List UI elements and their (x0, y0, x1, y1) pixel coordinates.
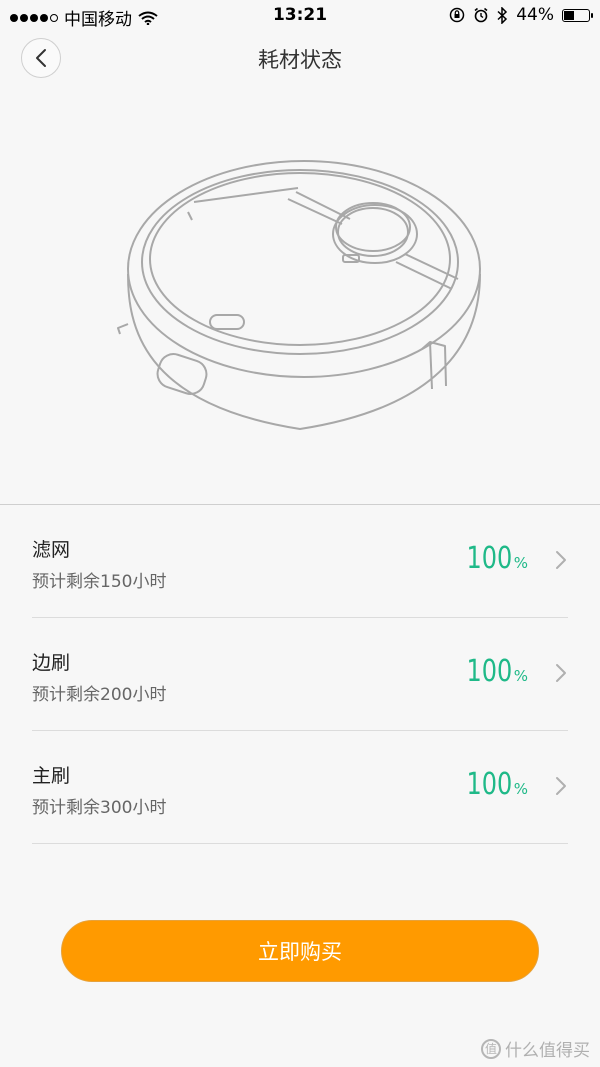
status-right: 44% (449, 5, 593, 25)
consumable-name: 主刷 (32, 765, 71, 787)
consumable-name: 边刷 (32, 652, 71, 674)
battery-icon (562, 8, 593, 22)
status-bar: 中国移动 13:21 44% (0, 0, 600, 32)
consumable-remaining: 预计剩余200小时 (32, 685, 167, 705)
consumable-remaining: 预计剩余150小时 (32, 572, 167, 592)
percent-unit: % (513, 554, 528, 572)
percent-unit: % (513, 667, 528, 685)
robot-vacuum-image (117, 160, 481, 430)
watermark-text: 什么值得买 (505, 1041, 590, 1061)
consumable-name: 滤网 (32, 539, 71, 561)
consumable-percent: 100 % (455, 767, 528, 802)
battery-percent: 44% (516, 5, 554, 25)
alarm-icon (474, 7, 488, 23)
robot-illustration (0, 84, 600, 504)
watermark-logo-icon: 值 (481, 1038, 501, 1059)
watermark: 值 什么值得买 (481, 1036, 590, 1061)
consumables-list: 滤网 预计剩余150小时 100 % 边刷 预计剩余200小时 100 % 主刷… (32, 505, 568, 844)
percent-value: 100 (466, 767, 513, 802)
consumable-percent: 100 % (455, 654, 528, 689)
consumable-remaining: 预计剩余300小时 (32, 798, 167, 818)
percent-value: 100 (466, 541, 513, 576)
buy-now-button[interactable]: 立即购买 (61, 920, 539, 982)
consumable-item-side-brush[interactable]: 边刷 预计剩余200小时 100 % (32, 618, 568, 731)
nav-bar: 耗材状态 (0, 32, 600, 84)
percent-value: 100 (466, 654, 513, 689)
chevron-right-icon (556, 551, 566, 569)
percent-unit: % (513, 780, 528, 798)
bluetooth-icon (497, 6, 508, 24)
consumable-item-filter[interactable]: 滤网 预计剩余150小时 100 % (32, 505, 568, 618)
orientation-lock-icon (449, 7, 465, 23)
consumable-item-main-brush[interactable]: 主刷 预计剩余300小时 100 % (32, 731, 568, 844)
chevron-right-icon (556, 777, 566, 795)
chevron-right-icon (556, 664, 566, 682)
consumable-percent: 100 % (455, 541, 528, 576)
page-title: 耗材状态 (258, 48, 342, 72)
